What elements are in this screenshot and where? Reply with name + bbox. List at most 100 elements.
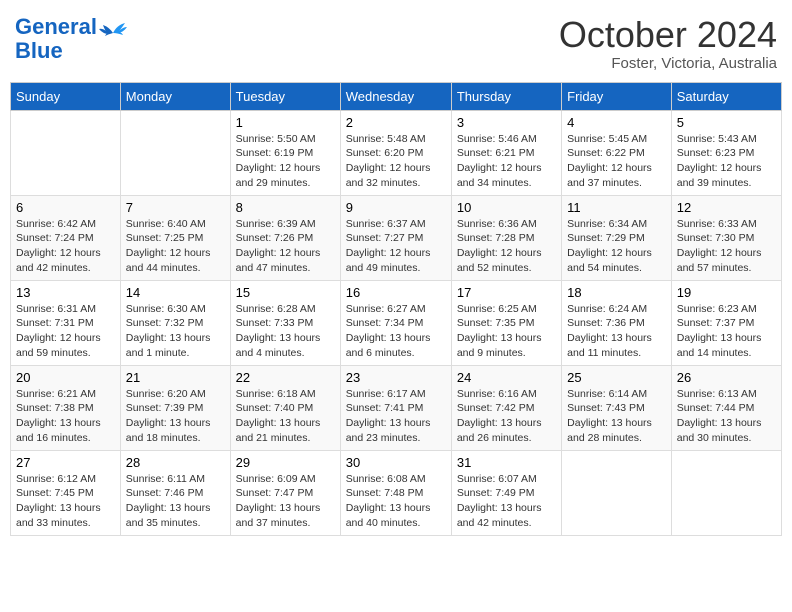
day-number: 22 <box>236 370 335 385</box>
calendar-cell: 13 Sunrise: 6:31 AMSunset: 7:31 PMDayligh… <box>11 280 121 365</box>
page-header: GeneralBlue October 2024 Foster, Victori… <box>10 10 782 72</box>
calendar-cell: 6 Sunrise: 6:42 AMSunset: 7:24 PMDaylight… <box>11 195 121 280</box>
calendar-cell: 15Sunrise: 6:28 AMSunset: 7:33 PMDayligh… <box>230 280 340 365</box>
calendar-cell: 19Sunrise: 6:23 AMSunset: 7:37 PMDayligh… <box>671 280 781 365</box>
day-info: Sunrise: 6:31 AMSunset: 7:31 PMDaylight:… <box>16 302 115 361</box>
day-info: Sunrise: 6:30 AMSunset: 7:32 PMDaylight:… <box>126 302 225 361</box>
day-info: Sunrise: 6:17 AMSunset: 7:41 PMDaylight:… <box>346 387 446 446</box>
calendar-cell: 23Sunrise: 6:17 AMSunset: 7:41 PMDayligh… <box>340 365 451 450</box>
calendar-cell: 7 Sunrise: 6:40 AMSunset: 7:25 PMDaylight… <box>120 195 230 280</box>
day-info: Sunrise: 5:50 AMSunset: 6:19 PMDaylight:… <box>236 132 335 191</box>
day-number: 7 <box>126 200 225 215</box>
calendar-cell: 2 Sunrise: 5:48 AMSunset: 6:20 PMDaylight… <box>340 110 451 195</box>
day-number: 28 <box>126 455 225 470</box>
day-number: 29 <box>236 455 335 470</box>
day-info: Sunrise: 5:48 AMSunset: 6:20 PMDaylight:… <box>346 132 446 191</box>
calendar-cell <box>120 110 230 195</box>
calendar-cell: 31Sunrise: 6:07 AMSunset: 7:49 PMDayligh… <box>451 450 561 535</box>
week-row-3: 13 Sunrise: 6:31 AMSunset: 7:31 PMDayligh… <box>11 280 782 365</box>
day-info: Sunrise: 5:43 AMSunset: 6:23 PMDaylight:… <box>677 132 776 191</box>
location: Foster, Victoria, Australia <box>559 55 777 72</box>
day-info: Sunrise: 6:11 AMSunset: 7:46 PMDaylight:… <box>126 472 225 531</box>
day-number: 8 <box>236 200 335 215</box>
calendar-cell: 28 Sunrise: 6:11 AMSunset: 7:46 PMDayligh… <box>120 450 230 535</box>
calendar-cell: 10 Sunrise: 6:36 AMSunset: 7:28 PMDayligh… <box>451 195 561 280</box>
day-number: 30 <box>346 455 446 470</box>
day-header-saturday: Saturday <box>671 82 781 110</box>
day-header-friday: Friday <box>562 82 672 110</box>
calendar-cell: 9 Sunrise: 6:37 AMSunset: 7:27 PMDaylight… <box>340 195 451 280</box>
day-info: Sunrise: 6:27 AMSunset: 7:34 PMDaylight:… <box>346 302 446 361</box>
day-info: Sunrise: 6:37 AMSunset: 7:27 PMDaylight:… <box>346 217 446 276</box>
day-info: Sunrise: 6:20 AMSunset: 7:39 PMDaylight:… <box>126 387 225 446</box>
day-number: 14 <box>126 285 225 300</box>
day-number: 26 <box>677 370 776 385</box>
day-info: Sunrise: 6:42 AMSunset: 7:24 PMDaylight:… <box>16 217 115 276</box>
calendar-cell: 18Sunrise: 6:24 AMSunset: 7:36 PMDayligh… <box>562 280 672 365</box>
calendar-cell: 4 Sunrise: 5:45 AMSunset: 6:22 PMDaylight… <box>562 110 672 195</box>
calendar-cell: 20 Sunrise: 6:21 AMSunset: 7:38 PMDayligh… <box>11 365 121 450</box>
calendar-cell: 8Sunrise: 6:39 AMSunset: 7:26 PMDaylight… <box>230 195 340 280</box>
day-info: Sunrise: 6:16 AMSunset: 7:42 PMDaylight:… <box>457 387 556 446</box>
calendar-cell: 14 Sunrise: 6:30 AMSunset: 7:32 PMDayligh… <box>120 280 230 365</box>
day-number: 2 <box>346 115 446 130</box>
day-info: Sunrise: 6:25 AMSunset: 7:35 PMDaylight:… <box>457 302 556 361</box>
day-number: 5 <box>677 115 776 130</box>
calendar-cell: 22 Sunrise: 6:18 AMSunset: 7:40 PMDayligh… <box>230 365 340 450</box>
week-row-1: 1 Sunrise: 5:50 AMSunset: 6:19 PMDaylight… <box>11 110 782 195</box>
day-number: 6 <box>16 200 115 215</box>
week-row-2: 6 Sunrise: 6:42 AMSunset: 7:24 PMDaylight… <box>11 195 782 280</box>
day-number: 12 <box>677 200 776 215</box>
title-section: October 2024 Foster, Victoria, Australia <box>559 15 777 72</box>
calendar-cell: 5 Sunrise: 5:43 AMSunset: 6:23 PMDaylight… <box>671 110 781 195</box>
day-number: 10 <box>457 200 556 215</box>
day-info: Sunrise: 6:08 AMSunset: 7:48 PMDaylight:… <box>346 472 446 531</box>
day-info: Sunrise: 6:34 AMSunset: 7:29 PMDaylight:… <box>567 217 666 276</box>
day-number: 19 <box>677 285 776 300</box>
day-number: 11 <box>567 200 666 215</box>
logo-text: GeneralBlue <box>15 15 97 63</box>
calendar-cell: 29 Sunrise: 6:09 AMSunset: 7:47 PMDayligh… <box>230 450 340 535</box>
logo-bird-icon <box>99 23 127 45</box>
week-row-5: 27Sunrise: 6:12 AMSunset: 7:45 PMDayligh… <box>11 450 782 535</box>
logo: GeneralBlue <box>15 15 127 63</box>
day-number: 13 <box>16 285 115 300</box>
day-info: Sunrise: 6:14 AMSunset: 7:43 PMDaylight:… <box>567 387 666 446</box>
day-info: Sunrise: 6:18 AMSunset: 7:40 PMDaylight:… <box>236 387 335 446</box>
calendar-cell: 1 Sunrise: 5:50 AMSunset: 6:19 PMDaylight… <box>230 110 340 195</box>
calendar-cell: 3Sunrise: 5:46 AMSunset: 6:21 PMDaylight… <box>451 110 561 195</box>
calendar-cell: 11 Sunrise: 6:34 AMSunset: 7:29 PMDayligh… <box>562 195 672 280</box>
day-number: 16 <box>346 285 446 300</box>
calendar-cell: 24 Sunrise: 6:16 AMSunset: 7:42 PMDayligh… <box>451 365 561 450</box>
day-info: Sunrise: 6:36 AMSunset: 7:28 PMDaylight:… <box>457 217 556 276</box>
day-number: 1 <box>236 115 335 130</box>
day-number: 15 <box>236 285 335 300</box>
day-info: Sunrise: 5:45 AMSunset: 6:22 PMDaylight:… <box>567 132 666 191</box>
calendar-cell: 26 Sunrise: 6:13 AMSunset: 7:44 PMDayligh… <box>671 365 781 450</box>
day-number: 4 <box>567 115 666 130</box>
week-row-4: 20 Sunrise: 6:21 AMSunset: 7:38 PMDayligh… <box>11 365 782 450</box>
day-header-monday: Monday <box>120 82 230 110</box>
day-number: 17 <box>457 285 556 300</box>
day-info: Sunrise: 6:21 AMSunset: 7:38 PMDaylight:… <box>16 387 115 446</box>
day-number: 20 <box>16 370 115 385</box>
calendar-cell <box>562 450 672 535</box>
day-header-sunday: Sunday <box>11 82 121 110</box>
day-header-tuesday: Tuesday <box>230 82 340 110</box>
day-info: Sunrise: 6:24 AMSunset: 7:36 PMDaylight:… <box>567 302 666 361</box>
day-header-thursday: Thursday <box>451 82 561 110</box>
day-info: Sunrise: 6:33 AMSunset: 7:30 PMDaylight:… <box>677 217 776 276</box>
calendar-cell <box>671 450 781 535</box>
day-number: 9 <box>346 200 446 215</box>
day-number: 25 <box>567 370 666 385</box>
calendar-cell: 27Sunrise: 6:12 AMSunset: 7:45 PMDayligh… <box>11 450 121 535</box>
day-info: Sunrise: 6:40 AMSunset: 7:25 PMDaylight:… <box>126 217 225 276</box>
calendar-cell: 12 Sunrise: 6:33 AMSunset: 7:30 PMDayligh… <box>671 195 781 280</box>
day-info: Sunrise: 6:13 AMSunset: 7:44 PMDaylight:… <box>677 387 776 446</box>
day-number: 3 <box>457 115 556 130</box>
day-number: 31 <box>457 455 556 470</box>
calendar-table: SundayMondayTuesdayWednesdayThursdayFrid… <box>10 82 782 536</box>
day-number: 24 <box>457 370 556 385</box>
calendar-cell: 16 Sunrise: 6:27 AMSunset: 7:34 PMDayligh… <box>340 280 451 365</box>
day-info: Sunrise: 6:09 AMSunset: 7:47 PMDaylight:… <box>236 472 335 531</box>
